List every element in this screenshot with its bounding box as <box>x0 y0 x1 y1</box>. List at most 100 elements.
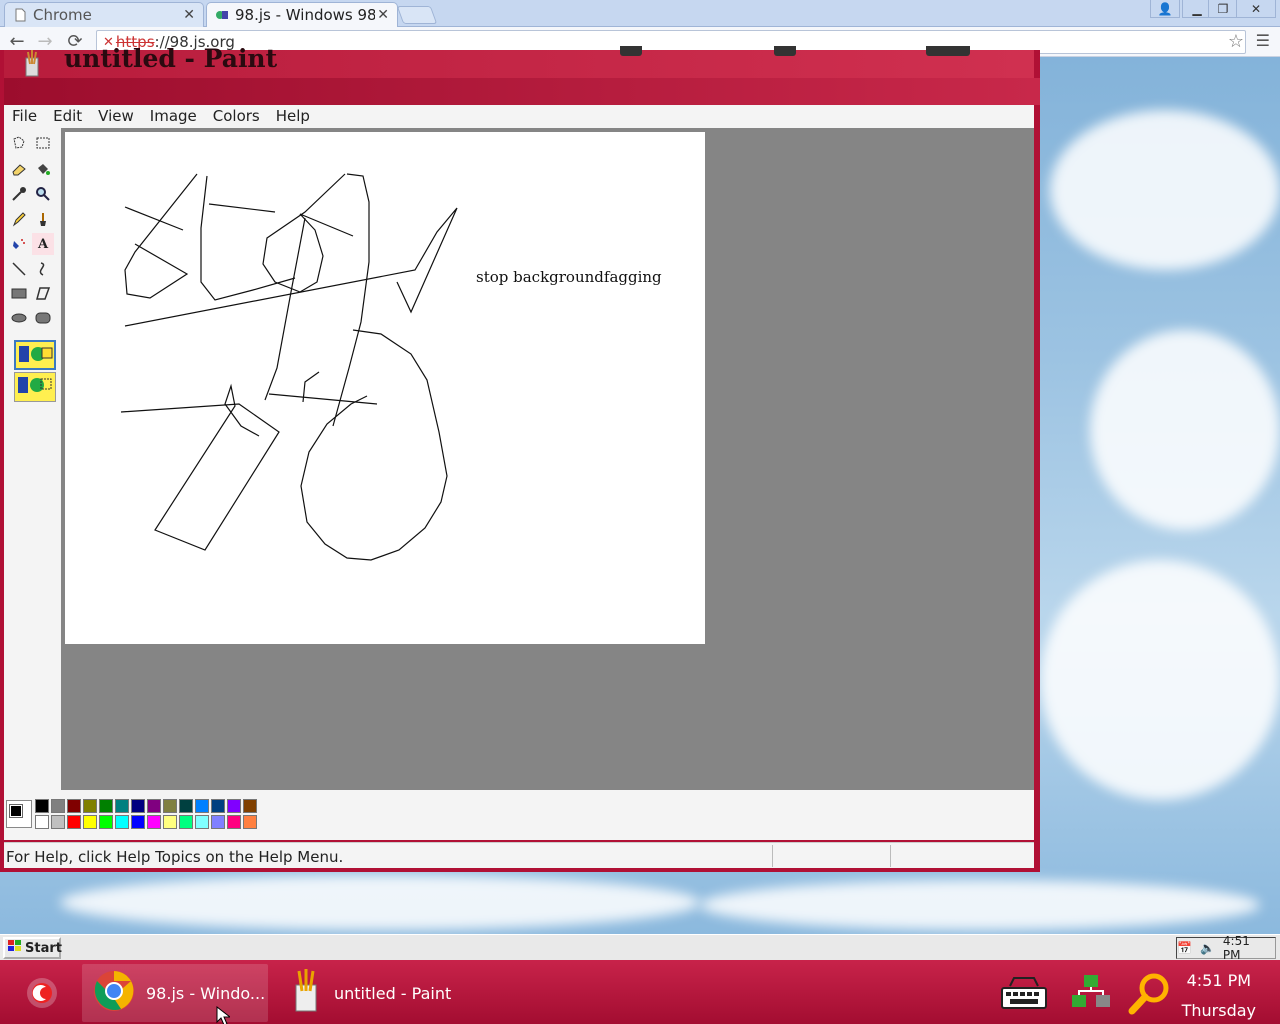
back-icon[interactable]: ← <box>6 31 28 52</box>
close-button[interactable] <box>926 46 970 56</box>
palette-swatch[interactable] <box>67 799 81 813</box>
search-icon[interactable] <box>1118 964 1178 1022</box>
palette-swatch[interactable] <box>131 815 145 829</box>
palette-swatch[interactable] <box>243 799 257 813</box>
menu-image[interactable]: Image <box>142 107 205 125</box>
palette-swatch[interactable] <box>195 815 209 829</box>
paint-app-icon <box>288 969 324 1017</box>
win98-clock: 4:51 PM <box>1222 934 1250 962</box>
host-taskbar: 98.js - Windo... untitled - Paint 4:51 P… <box>0 960 1280 1024</box>
palette-swatch[interactable] <box>83 799 97 813</box>
start-button[interactable]: Start <box>3 937 62 959</box>
fill-bucket-icon[interactable] <box>32 158 54 180</box>
palette-swatch[interactable] <box>211 815 225 829</box>
status-cell <box>772 845 890 867</box>
polygon-icon[interactable] <box>32 282 54 304</box>
window-title: untitled - Paint <box>64 44 278 73</box>
menu-view[interactable]: View <box>90 107 142 125</box>
taskbar-paint-button[interactable]: untitled - Paint <box>278 964 458 1022</box>
user-icon[interactable]: 👤 <box>1150 0 1180 18</box>
palette-swatch[interactable] <box>163 815 177 829</box>
taskbar-paint-label: untitled - Paint <box>334 983 452 1003</box>
paint-favicon-icon <box>215 8 229 22</box>
chrome-icon <box>92 969 136 1017</box>
palette-swatch[interactable] <box>147 799 161 813</box>
palette-swatch[interactable] <box>51 799 65 813</box>
new-tab-button[interactable] <box>396 6 438 24</box>
free-form-select-icon[interactable] <box>8 132 30 154</box>
drawing-canvas[interactable] <box>65 132 705 644</box>
paint-app-icon <box>18 50 46 78</box>
start-label: Start <box>25 940 62 956</box>
palette-swatch[interactable] <box>51 815 65 829</box>
host-day: Thursday <box>1181 1001 1256 1020</box>
palette-swatch[interactable] <box>195 799 209 813</box>
status-bar: For Help, click Help Topics on the Help … <box>4 842 1034 868</box>
palette-swatch[interactable] <box>115 815 129 829</box>
curve-icon[interactable] <box>32 258 54 280</box>
palette-swatch[interactable] <box>35 815 49 829</box>
palette-swatch[interactable] <box>227 815 241 829</box>
palette-swatch[interactable] <box>179 799 193 813</box>
cloud <box>1040 560 1280 800</box>
forward-icon[interactable]: → <box>34 31 56 52</box>
palette-swatch[interactable] <box>67 815 81 829</box>
close-icon[interactable]: ✕ <box>377 7 389 23</box>
palette-swatch[interactable] <box>99 799 113 813</box>
host-start-icon[interactable] <box>14 964 70 1022</box>
palette-swatch[interactable] <box>179 815 193 829</box>
browser-tabstrip: Chrome ✕ 98.js - Windows 98 ✕ 👤 ▁ ❐ ✕ <box>0 0 1280 27</box>
ellipse-icon[interactable] <box>8 307 30 329</box>
paint-menubar: File Edit View Image Colors Help <box>4 105 1034 127</box>
paint-titlebar[interactable]: untitled - Paint <box>4 44 1034 78</box>
maximize-button[interactable] <box>774 46 796 56</box>
palette-swatch[interactable] <box>147 815 161 829</box>
magnifier-icon[interactable] <box>32 183 54 205</box>
volume-icon[interactable]: 🔈 <box>1200 941 1215 955</box>
tab-98js[interactable]: 98.js - Windows 98 ✕ <box>206 2 398 27</box>
bookmark-star-icon[interactable]: ☆ <box>1228 31 1244 52</box>
brush-icon[interactable] <box>32 208 54 230</box>
taskbar-chrome-button[interactable]: 98.js - Windo... <box>82 964 268 1022</box>
airbrush-icon[interactable] <box>8 233 30 255</box>
close-icon[interactable]: ✕ <box>183 7 195 23</box>
palette-swatch[interactable] <box>131 799 145 813</box>
transparency-transparent-option[interactable] <box>14 372 56 402</box>
keyboard-icon[interactable] <box>990 964 1054 1022</box>
rectangle-icon[interactable] <box>8 282 30 304</box>
palette-swatch[interactable] <box>163 799 177 813</box>
menu-edit[interactable]: Edit <box>45 107 90 125</box>
palette-swatch[interactable] <box>243 815 257 829</box>
restore-button[interactable]: ❐ <box>1208 0 1238 18</box>
menu-file[interactable]: File <box>4 107 45 125</box>
tab-label: Chrome <box>33 6 92 24</box>
eraser-icon[interactable] <box>8 158 30 180</box>
text-tool-icon[interactable]: A <box>32 233 54 255</box>
palette-swatch[interactable] <box>99 815 113 829</box>
win98-taskbar: Start 📅 🔈 4:51 PM <box>0 934 1280 962</box>
color-picker-icon[interactable] <box>8 183 30 205</box>
line-icon[interactable] <box>8 258 30 280</box>
menu-colors[interactable]: Colors <box>205 107 268 125</box>
toolbox: A <box>4 128 60 790</box>
palette-swatch[interactable] <box>83 815 97 829</box>
pencil-icon[interactable] <box>8 208 30 230</box>
page-icon <box>13 8 27 22</box>
network-icon[interactable] <box>1060 964 1120 1022</box>
menu-help[interactable]: Help <box>268 107 318 125</box>
rect-select-icon[interactable] <box>32 132 54 154</box>
close-window-button[interactable]: ✕ <box>1236 0 1276 18</box>
canvas-text: stop backgroundfagging <box>476 268 662 286</box>
chrome-menu-icon[interactable]: ☰ <box>1256 31 1270 50</box>
rounded-rect-icon[interactable] <box>32 307 54 329</box>
tab-label: 98.js - Windows 98 <box>235 6 375 24</box>
palette-swatch[interactable] <box>227 799 241 813</box>
palette-swatch[interactable] <box>35 799 49 813</box>
minimize-button[interactable] <box>620 46 642 56</box>
palette-swatch[interactable] <box>115 799 129 813</box>
scheduler-icon[interactable]: 📅 <box>1177 941 1192 955</box>
palette-swatch[interactable] <box>211 799 225 813</box>
win98-tray: 📅 🔈 4:51 PM <box>1176 934 1276 962</box>
tab-chrome[interactable]: Chrome ✕ <box>4 2 204 27</box>
transparency-opaque-option[interactable] <box>14 340 56 370</box>
